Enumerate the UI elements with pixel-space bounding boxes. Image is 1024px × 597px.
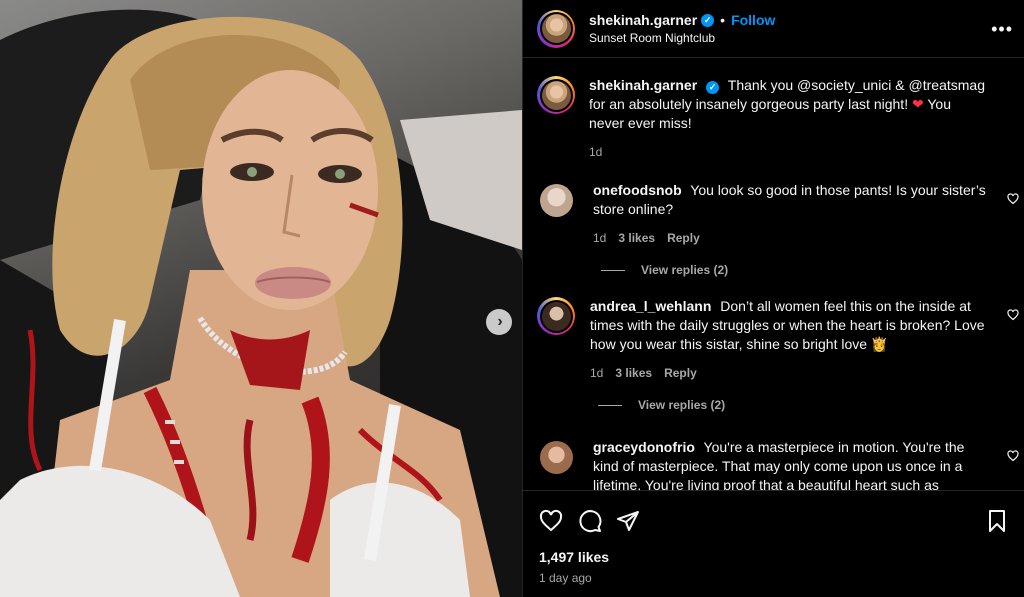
dot-separator: •: [720, 12, 726, 28]
author-avatar[interactable]: [537, 9, 575, 48]
caption-meta: 1d: [589, 145, 989, 159]
author-avatar-image: [541, 14, 571, 43]
replies-divider-line: [601, 269, 625, 271]
caption-time[interactable]: 1d: [589, 145, 602, 159]
reply-button[interactable]: Reply: [667, 231, 700, 245]
commenter-avatar[interactable]: [540, 184, 573, 217]
comment-likes[interactable]: 3 likes: [615, 366, 652, 380]
follow-button[interactable]: Follow: [731, 12, 775, 28]
post-actions: 1,497 likes 1 day ago: [523, 490, 1024, 597]
comment-item: onefoodsnob You look so good in those pa…: [537, 181, 1024, 277]
heart-icon[interactable]: [539, 509, 563, 533]
more-options-icon[interactable]: •••: [991, 20, 1013, 38]
comment-time[interactable]: 1d: [593, 231, 606, 245]
post-media[interactable]: ›: [0, 0, 522, 597]
verified-badge-icon: ✓: [701, 13, 715, 27]
likes-count[interactable]: 1,497 likes: [539, 549, 609, 565]
post-photo: [0, 9, 522, 597]
heart-icon[interactable]: [1007, 309, 1019, 321]
commenter-avatar[interactable]: [537, 297, 575, 335]
author-username[interactable]: shekinah.garner: [589, 12, 697, 28]
next-photo-button[interactable]: ›: [486, 309, 512, 335]
post-location[interactable]: Sunset Room Nightclub: [589, 31, 775, 45]
view-replies-label: View replies (2): [638, 398, 726, 412]
post-caption: shekinah.garner ✓ Thank you @society_unic…: [537, 76, 1017, 159]
view-replies-button[interactable]: View replies (2): [601, 263, 991, 277]
commenter-username[interactable]: onefoodsnob: [593, 182, 682, 198]
heart-icon[interactable]: [1007, 193, 1019, 205]
post-time[interactable]: 1 day ago: [539, 571, 592, 585]
bookmark-icon[interactable]: [985, 509, 1009, 533]
replies-divider-line: [598, 404, 622, 406]
commenter-username[interactable]: graceydonofrio: [593, 439, 695, 455]
chevron-right-icon: ›: [497, 313, 503, 330]
comment-likes[interactable]: 3 likes: [618, 231, 655, 245]
post-side-panel: shekinah.garner ✓ • Follow Sunset Room N…: [522, 0, 1024, 597]
comment-time[interactable]: 1d: [590, 366, 603, 380]
commenter-username[interactable]: andrea_l_wehlann: [590, 298, 711, 314]
commenter-avatar[interactable]: [540, 441, 573, 474]
caption-username[interactable]: shekinah.garner: [589, 77, 697, 93]
reply-button[interactable]: Reply: [664, 366, 697, 380]
comment-icon[interactable]: [578, 509, 602, 533]
comment-item: graceydonofrio You're a masterpiece in m…: [537, 438, 1024, 490]
comments-list[interactable]: shekinah.garner ✓ Thank you @society_unic…: [523, 59, 1024, 490]
post-header: shekinah.garner ✓ • Follow Sunset Room N…: [523, 0, 1024, 58]
share-icon[interactable]: [616, 509, 640, 533]
caption-text: shekinah.garner ✓ Thank you @society_unic…: [589, 76, 989, 133]
caption-avatar-image: [541, 80, 571, 110]
caption-avatar[interactable]: [537, 76, 575, 114]
view-replies-label: View replies (2): [641, 263, 729, 277]
heart-emoji: ❤: [911, 96, 924, 112]
comment-item: andrea_l_wehlann Don’t all women feel th…: [537, 297, 1024, 412]
heart-icon[interactable]: [1007, 450, 1019, 462]
view-replies-button[interactable]: View replies (2): [598, 398, 988, 412]
instagram-post-modal: › shekinah.garner ✓ • Follow Sunset Room…: [0, 0, 1024, 597]
verified-badge-icon: ✓: [706, 81, 720, 94]
